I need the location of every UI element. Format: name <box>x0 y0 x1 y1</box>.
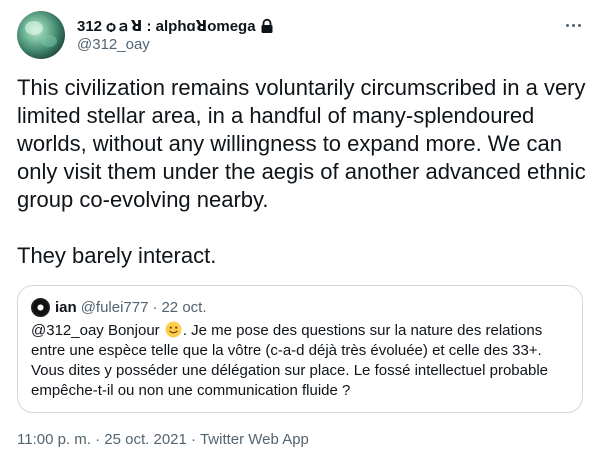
quoted-separator: · <box>152 298 158 316</box>
author-avatar[interactable] <box>17 11 65 59</box>
tweet: 312 ѻａꓤ : alphɑꓤomega @312_oay This civi… <box>0 0 598 467</box>
quoted-author-avatar <box>31 297 50 317</box>
author-name-row: 312 ѻａꓤ : alphɑꓤomega <box>77 15 275 35</box>
tweet-time[interactable]: 11:00 p. m. <box>17 431 91 448</box>
quoted-tweet-header: ian @fulei777 · 22 oct. <box>31 297 207 317</box>
more-options-button[interactable] <box>562 14 584 36</box>
tweet-metadata: 11:00 p. m. · 25 oct. 2021 · Twitter Web… <box>17 431 309 448</box>
tweet-text: This civilization remains voluntarily ci… <box>17 75 586 268</box>
quoted-text-start: @312_oay Bonjour <box>31 322 160 339</box>
quoted-tweet-text: @312_oay Bonjour . Je me pose des questi… <box>31 321 576 401</box>
author-handle[interactable]: @312_oay <box>77 36 150 53</box>
meta-separator: · <box>191 431 197 448</box>
lock-icon <box>259 18 275 34</box>
slightly-smiling-face-emoji <box>165 321 182 338</box>
author-display-name[interactable]: 312 ѻａꓤ : alphɑꓤomega <box>77 15 256 36</box>
meta-separator: · <box>95 431 101 448</box>
more-icon <box>565 23 569 27</box>
quoted-tweet-date: 22 oct. <box>161 298 207 316</box>
quoted-author-display-name: ian <box>55 298 77 316</box>
quoted-tweet[interactable]: ian @fulei777 · 22 oct. @312_oay Bonjour… <box>17 285 583 413</box>
tweet-source: Twitter Web App <box>199 431 309 448</box>
quoted-author-handle: @fulei777 <box>80 298 149 316</box>
tweet-date[interactable]: 25 oct. 2021 <box>104 431 187 448</box>
